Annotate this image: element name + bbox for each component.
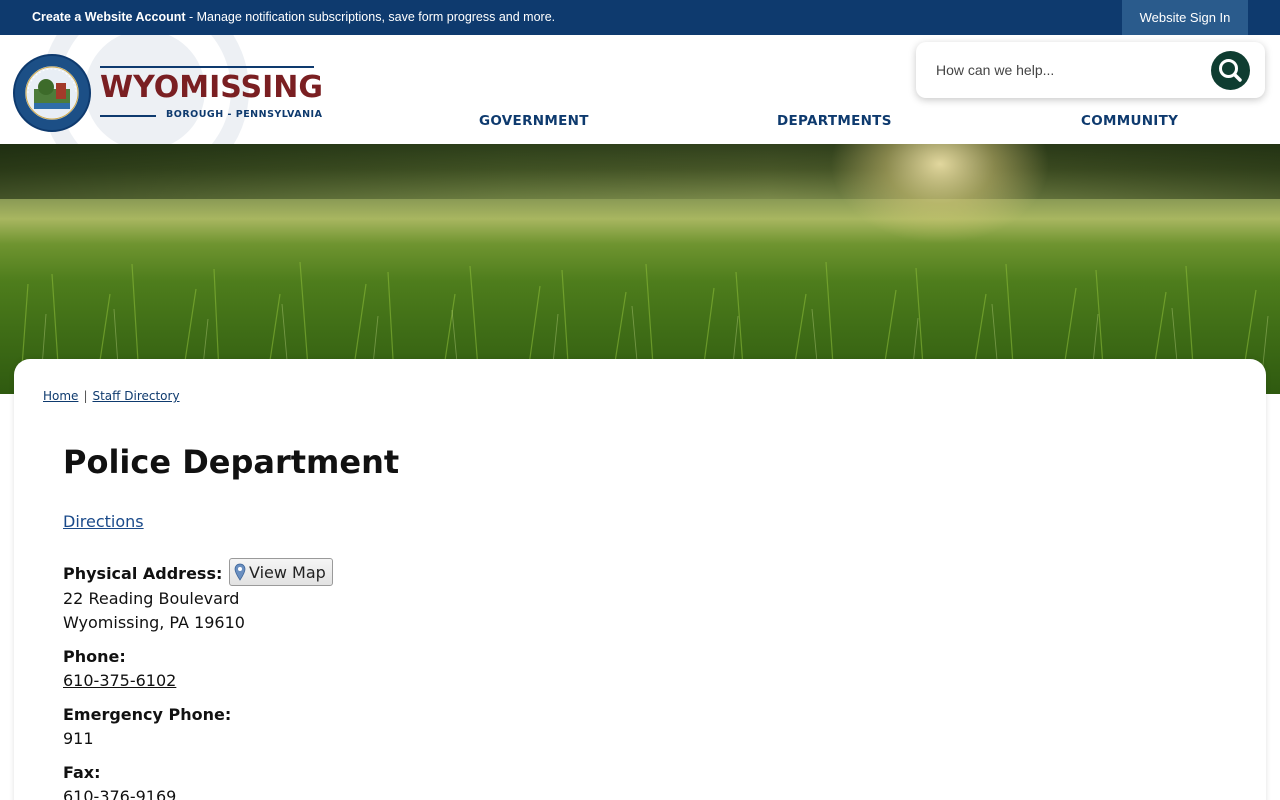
view-map-button[interactable]: View Map [229, 558, 333, 586]
breadcrumb: Home | Staff Directory [43, 389, 180, 403]
nav-government[interactable]: GOVERNMENT [479, 113, 589, 129]
logo-wordmark: WYOMISSING [100, 70, 324, 105]
search-icon [1219, 59, 1242, 82]
address-line-1: 22 Reading Boulevard [63, 589, 240, 608]
search-button[interactable] [1211, 51, 1250, 90]
breadcrumb-staff-directory-link[interactable]: Staff Directory [92, 389, 179, 403]
fax-label: Fax: [63, 763, 101, 782]
breadcrumb-home-link[interactable]: Home [43, 389, 78, 403]
content-card: Home | Staff Directory Police Department D… [14, 359, 1266, 800]
phone-label: Phone: [63, 647, 126, 666]
hero-banner-image [0, 144, 1280, 394]
search-input[interactable] [936, 56, 1206, 84]
page-title: Police Department [63, 443, 400, 481]
logo-rule-top [100, 66, 314, 68]
site-logo[interactable]: WYOMISSING BOROUGH - PENNSYLVANIA [12, 53, 324, 133]
physical-address-label: Physical Address: [63, 564, 223, 583]
nav-departments[interactable]: DEPARTMENTS [777, 113, 892, 129]
address-line-2: Wyomissing, PA 19610 [63, 613, 245, 632]
logo-rule-bottom [100, 115, 156, 117]
emergency-phone-label: Emergency Phone: [63, 705, 232, 724]
directions-link[interactable]: Directions [63, 512, 144, 531]
nav-community[interactable]: COMMUNITY [1081, 113, 1178, 129]
breadcrumb-separator: | [83, 389, 88, 403]
borough-seal-icon [13, 54, 91, 132]
phone-link[interactable]: 610-375-6102 [63, 671, 176, 690]
hero-grass-texture [19, 261, 1269, 394]
site-search [916, 42, 1265, 98]
fax-value: 610-376-9169 [63, 787, 177, 800]
emergency-phone-value: 911 [63, 729, 94, 748]
website-sign-in-button[interactable]: Website Sign In [1122, 0, 1248, 35]
view-map-label: View Map [249, 562, 326, 582]
map-pin-icon [234, 563, 246, 581]
site-header: WYOMISSING BOROUGH - PENNSYLVANIA GOVERN… [0, 20, 1280, 160]
logo-subtitle: BOROUGH - PENNSYLVANIA [166, 109, 323, 120]
